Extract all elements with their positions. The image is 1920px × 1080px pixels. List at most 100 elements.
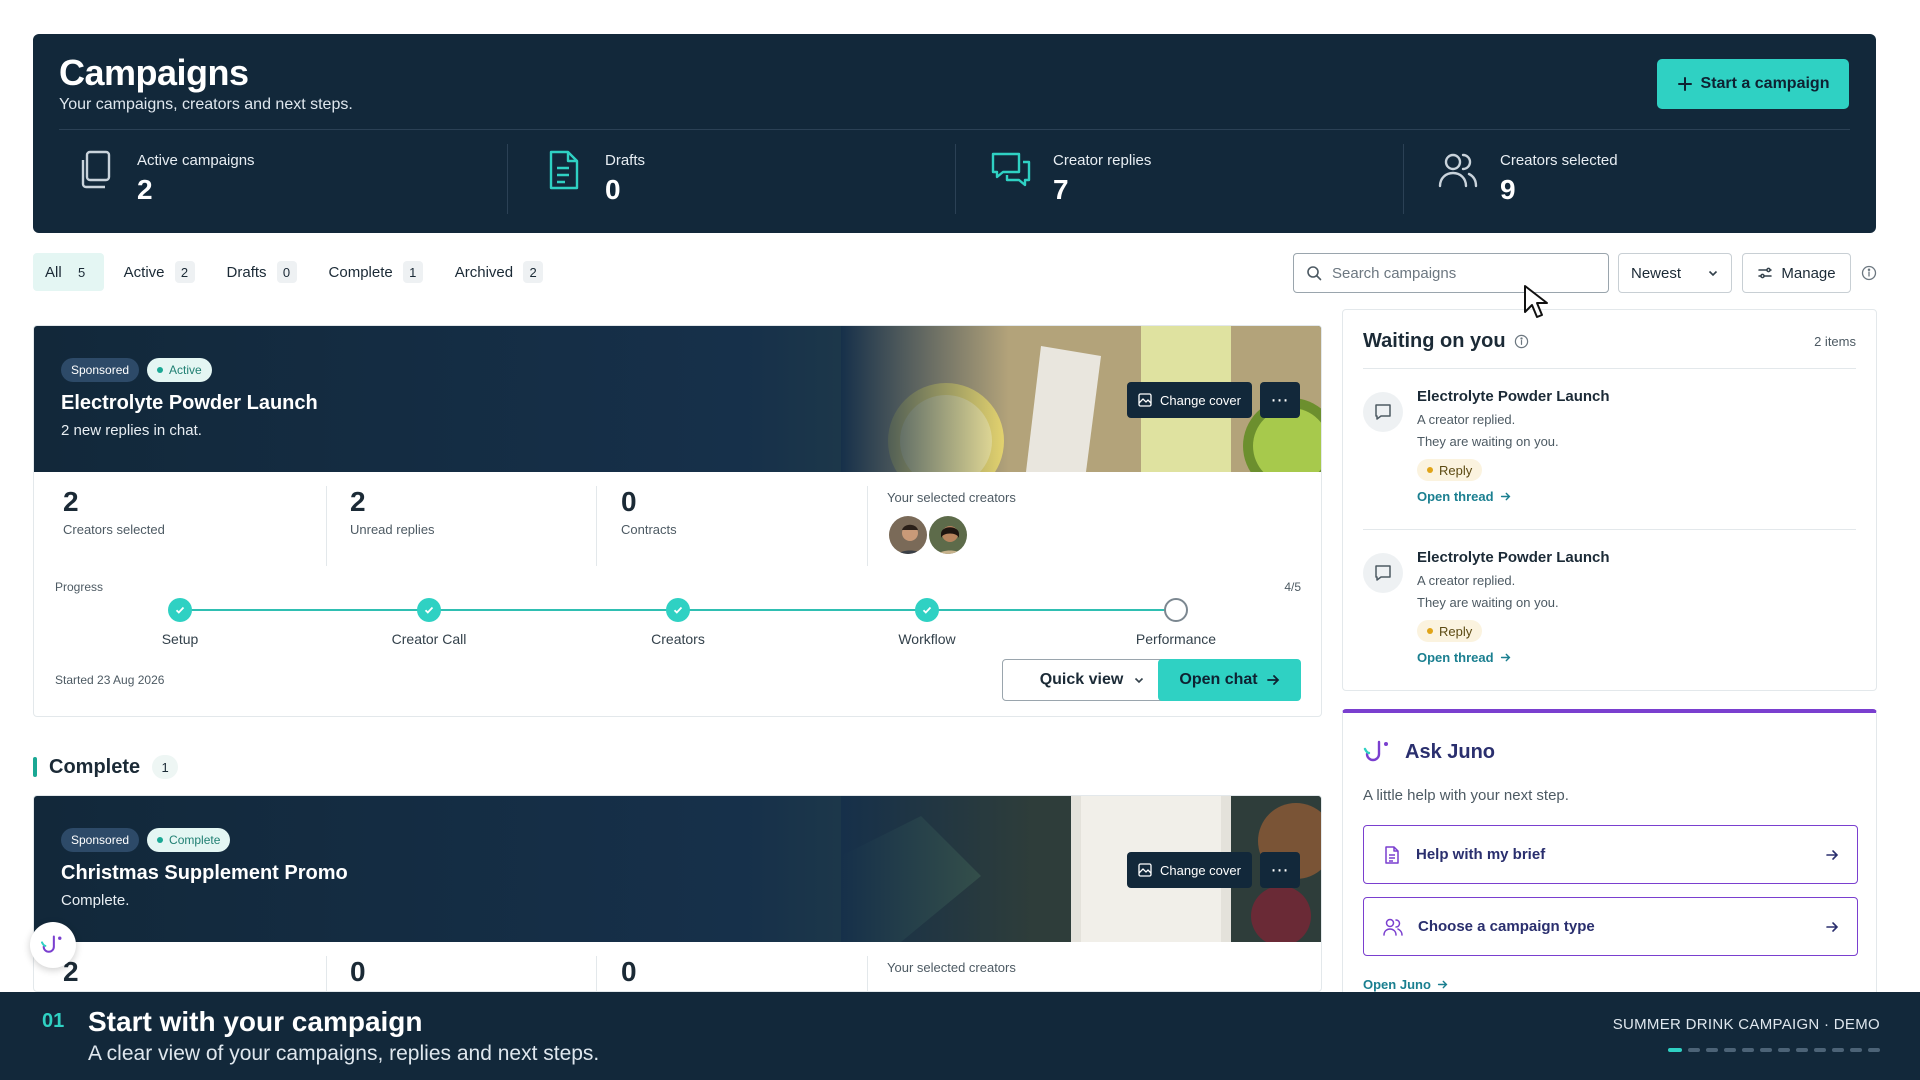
progress-dot xyxy=(1832,1048,1844,1052)
change-cover-button[interactable]: Change cover xyxy=(1127,852,1252,888)
juno-logo-icon xyxy=(1363,740,1388,762)
tab-count: 1 xyxy=(402,261,423,283)
arrow-right-icon xyxy=(1266,675,1279,685)
tab-all[interactable]: All 5 xyxy=(33,253,104,291)
check-icon xyxy=(175,606,185,614)
tab-label: Drafts xyxy=(226,263,267,281)
tab-active[interactable]: Active 2 xyxy=(112,253,207,291)
status-badge: Active xyxy=(147,358,212,382)
open-thread-link[interactable]: Open thread xyxy=(1417,650,1511,665)
message-icon xyxy=(1363,553,1403,593)
tab-label: Archived xyxy=(454,263,514,281)
panel-count: 2 items xyxy=(1814,334,1856,349)
avatar[interactable] xyxy=(927,514,969,556)
chat-icon xyxy=(991,152,1031,187)
chevron-down-icon xyxy=(1708,270,1718,277)
metric-divider xyxy=(596,956,597,991)
step-performance xyxy=(1164,598,1188,622)
stat-label: Creators selected xyxy=(1500,152,1618,169)
open-thread-label: Open thread xyxy=(1417,650,1494,665)
open-chat-button[interactable]: Open chat xyxy=(1158,659,1301,701)
campaign-banner: Sponsored Complete Christmas Supplement … xyxy=(34,796,1321,942)
info-icon[interactable] xyxy=(1514,334,1529,349)
panel-title: Waiting on you xyxy=(1363,330,1529,353)
open-thread-link[interactable]: Open thread xyxy=(1417,489,1511,504)
stat-label: Active campaigns xyxy=(137,152,255,169)
panel-divider xyxy=(1363,368,1856,369)
metric-value: 0 xyxy=(621,956,637,987)
panel-title-text: Waiting on you xyxy=(1363,330,1506,352)
progress-label: Progress xyxy=(55,580,104,594)
change-cover-label: Change cover xyxy=(1160,392,1241,408)
users-icon xyxy=(1438,153,1478,188)
stat-value: 0 xyxy=(605,174,621,205)
info-icon[interactable] xyxy=(1861,265,1877,281)
choose-campaign-type-button[interactable]: Choose a campaign type xyxy=(1363,897,1858,956)
tab-drafts[interactable]: Drafts 0 xyxy=(215,253,309,291)
change-cover-button[interactable]: Change cover xyxy=(1127,382,1252,418)
start-campaign-button[interactable]: Start a campaign xyxy=(1657,59,1849,109)
step-label: Creator Call xyxy=(391,631,467,647)
arrow-right-icon xyxy=(1826,849,1839,860)
tutorial-caption-bar: 01 Start with your campaign A clear view… xyxy=(0,992,1920,1080)
waiting-on-you-panel: Waiting on you 2 items Electrolyte Powde… xyxy=(1342,309,1877,691)
image-edit-icon xyxy=(1138,393,1152,407)
tab-complete[interactable]: Complete 1 xyxy=(317,253,435,291)
campaign-subtitle: Complete. xyxy=(61,892,130,909)
chevron-down-icon xyxy=(1135,677,1144,684)
sort-select[interactable]: Newest xyxy=(1618,253,1732,293)
more-options-button[interactable]: ⋯ xyxy=(1260,382,1300,418)
tab-count: 0 xyxy=(276,261,297,283)
reply-label: Reply xyxy=(1439,462,1473,478)
tab-archived[interactable]: Archived 2 xyxy=(443,253,555,291)
metric-divider xyxy=(867,956,868,991)
metric-unread-replies: 0 xyxy=(350,956,366,988)
progress-dot xyxy=(1742,1048,1754,1052)
open-juno-link[interactable]: Open Juno xyxy=(1363,977,1448,992)
manage-button[interactable]: Manage xyxy=(1742,253,1851,293)
ask-juno-panel: Ask Juno A little help with your next st… xyxy=(1342,709,1877,1009)
metric-label: Unread replies xyxy=(350,522,435,537)
waiting-item: Electrolyte Powder Launch A creator repl… xyxy=(1363,549,1858,679)
stat-label: Drafts xyxy=(605,152,646,169)
panel-subtitle: A little help with your next step. xyxy=(1363,787,1569,804)
step-label: Creators xyxy=(651,631,705,647)
waiting-item-line: They are waiting on you. xyxy=(1417,434,1559,449)
search-input[interactable] xyxy=(1332,264,1592,282)
complete-section-header: Complete 1 xyxy=(33,755,179,779)
status-label: Complete xyxy=(169,833,221,847)
stat-value: 7 xyxy=(1053,174,1069,205)
help-with-brief-button[interactable]: Help with my brief xyxy=(1363,825,1858,884)
metric-label: Contracts xyxy=(621,522,677,537)
caption-demo-label: SUMMER DRINK CAMPAIGN · DEMO xyxy=(1612,1016,1880,1033)
panel-title: Ask Juno xyxy=(1363,739,1495,765)
step-workflow xyxy=(915,598,939,622)
tab-count: 5 xyxy=(78,264,86,280)
progress-dot xyxy=(1796,1048,1808,1052)
step-creators xyxy=(666,598,690,622)
arrow-right-icon xyxy=(1500,492,1511,501)
step-setup xyxy=(168,598,192,622)
ellipsis-icon: ⋯ xyxy=(1270,389,1290,410)
juno-floating-button[interactable] xyxy=(30,922,76,968)
sponsored-badge: Sponsored xyxy=(61,828,140,852)
waiting-item-line: A creator replied. xyxy=(1417,573,1516,588)
avatar[interactable] xyxy=(887,514,929,556)
metric-value: 0 xyxy=(621,486,637,517)
progress-dot xyxy=(1868,1048,1880,1052)
quick-view-button[interactable]: Quick view xyxy=(1002,659,1183,701)
more-options-button[interactable]: ⋯ xyxy=(1260,852,1300,888)
search-box xyxy=(1293,253,1609,293)
image-edit-icon xyxy=(1138,863,1152,877)
campaigns-header: Campaigns Your campaigns, creators and n… xyxy=(33,34,1876,233)
status-label: Active xyxy=(169,363,202,377)
caption-title: Start with your campaign xyxy=(88,1006,423,1037)
plus-icon xyxy=(1677,77,1692,91)
users-icon xyxy=(1383,918,1403,936)
juno-logo-icon xyxy=(40,935,62,953)
started-date: Started 23 Aug 2026 xyxy=(55,673,165,687)
stat-divider xyxy=(955,144,956,214)
waiting-item: Electrolyte Powder Launch A creator repl… xyxy=(1363,388,1858,518)
step-label: Performance xyxy=(1135,631,1217,647)
metric-divider xyxy=(867,486,868,566)
